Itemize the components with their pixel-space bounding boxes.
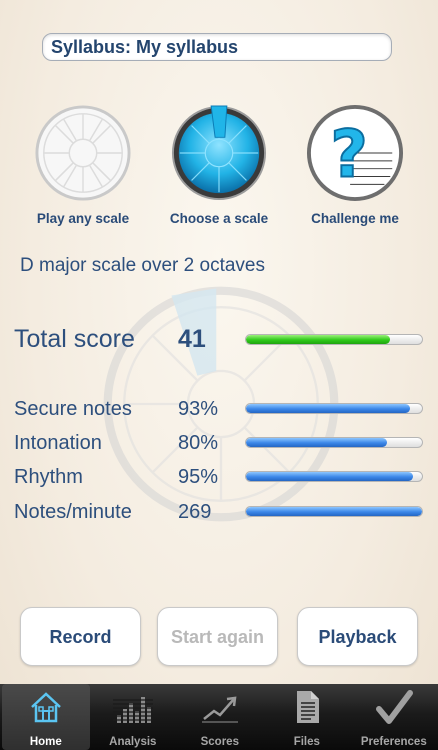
empty-wheel-icon bbox=[35, 105, 131, 201]
record-button[interactable]: Record bbox=[20, 607, 141, 666]
play-any-scale-button[interactable]: Play any scale bbox=[18, 104, 148, 226]
choose-a-scale-label: Choose a scale bbox=[169, 211, 269, 226]
notes-per-minute-value: 269 bbox=[178, 501, 212, 523]
total-score-bar bbox=[245, 334, 423, 345]
document-icon bbox=[296, 691, 319, 723]
secure-notes-bar bbox=[245, 403, 423, 414]
rhythm-bar-fill bbox=[246, 472, 414, 481]
tab-home-label: Home bbox=[29, 736, 62, 748]
tab-preferences[interactable]: Preferences bbox=[350, 684, 438, 750]
tab-analysis-label: Analysis bbox=[109, 736, 157, 748]
total-score-value: 41 bbox=[178, 325, 206, 353]
rhythm-label: Rhythm bbox=[14, 466, 83, 488]
tab-bar: Home Analysis Scores Files Preferences bbox=[0, 684, 438, 750]
intonation-label: Intonation bbox=[14, 432, 102, 454]
syllabus-selector[interactable]: Syllabus: My syllabus bbox=[42, 33, 392, 61]
challenge-me-button[interactable]: ? Challenge me bbox=[290, 104, 420, 226]
total-score-label: Total score bbox=[14, 325, 135, 353]
tab-preferences-label: Preferences bbox=[360, 736, 427, 748]
house-icon bbox=[30, 692, 61, 723]
svg-text:?: ? bbox=[330, 118, 368, 193]
tab-files[interactable]: Files bbox=[263, 684, 351, 750]
playback-button[interactable]: Playback bbox=[297, 607, 418, 666]
scale-title: D major scale over 2 octaves bbox=[20, 255, 265, 276]
challenge-me-label: Challenge me bbox=[311, 211, 399, 226]
start-again-button[interactable]: Start again bbox=[157, 607, 278, 666]
rhythm-bar bbox=[245, 471, 423, 482]
intonation-value: 80% bbox=[178, 432, 219, 454]
bars-icon bbox=[112, 697, 153, 723]
total-score-bar-fill bbox=[246, 335, 391, 344]
tab-scores[interactable]: Scores bbox=[176, 684, 264, 750]
question-staff-icon: ? bbox=[306, 104, 404, 202]
secure-notes-value: 93% bbox=[178, 398, 219, 420]
trend-icon bbox=[201, 696, 238, 723]
notes-per-minute-label: Notes/minute bbox=[14, 501, 132, 523]
rhythm-value: 95% bbox=[178, 466, 219, 488]
notes-per-minute-bar-fill bbox=[246, 507, 422, 516]
tab-scores-label: Scores bbox=[200, 736, 239, 748]
secure-notes-bar-fill bbox=[246, 404, 410, 413]
play-any-scale-label: Play any scale bbox=[36, 211, 130, 226]
notes-per-minute-bar bbox=[245, 506, 423, 517]
intonation-bar-fill bbox=[246, 438, 387, 447]
secure-notes-label: Secure notes bbox=[14, 398, 132, 420]
choose-a-scale-button[interactable]: Choose a scale bbox=[154, 104, 284, 226]
tab-files-label: Files bbox=[293, 736, 320, 748]
tab-analysis[interactable]: Analysis bbox=[89, 684, 177, 750]
blue-wheel-icon bbox=[171, 105, 267, 201]
tab-home[interactable]: Home bbox=[2, 684, 90, 750]
intonation-bar bbox=[245, 437, 423, 448]
checkmark-icon bbox=[375, 690, 413, 724]
